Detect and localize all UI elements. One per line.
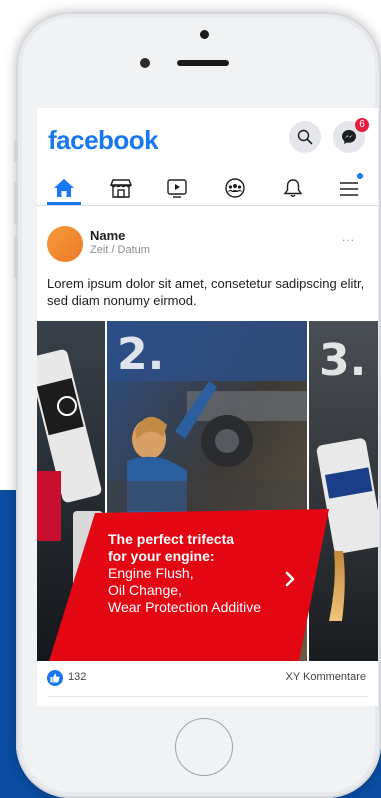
search-icon <box>297 129 313 145</box>
ad-copy: The perfect trifecta for your engine: En… <box>108 531 323 616</box>
nav-menu[interactable] <box>335 176 363 200</box>
home-button[interactable] <box>175 718 233 776</box>
post-more-button[interactable]: ... <box>342 230 355 244</box>
groups-icon <box>225 178 245 198</box>
post-author-name[interactable]: Name <box>90 228 125 243</box>
messenger-icon <box>342 130 356 144</box>
messenger-badge: 6 <box>355 118 369 132</box>
nav-notifications[interactable] <box>279 176 307 200</box>
nav-watch[interactable] <box>163 176 191 200</box>
nav-divider <box>37 205 378 206</box>
nav-groups[interactable] <box>221 176 249 200</box>
step-2-number: 2. <box>117 329 164 380</box>
search-button[interactable] <box>289 121 321 153</box>
earpiece-speaker <box>177 60 229 66</box>
comment-count[interactable]: XY Kommentare <box>285 671 366 683</box>
watch-icon <box>167 179 187 198</box>
ad-line-oil-change: Oil Change, <box>108 582 182 598</box>
post-image[interactable]: 2. 3. The perfect trifecta for your engi… <box>37 321 378 661</box>
ad-line-wear-protection: Wear Protection Additive <box>108 599 262 615</box>
facebook-logo[interactable]: facebook <box>48 125 159 156</box>
front-camera <box>200 30 209 39</box>
mute-switch <box>14 140 18 162</box>
main-nav <box>37 170 378 206</box>
proximity-sensor <box>140 58 150 68</box>
home-icon <box>54 179 74 197</box>
ad-headline-line-2: for your engine: <box>108 548 215 564</box>
ad-headline-line-1: The perfect trifecta <box>108 531 235 547</box>
menu-notification-dot <box>357 173 363 179</box>
marketplace-icon <box>110 179 132 198</box>
footer-divider <box>47 696 368 697</box>
ad-line-engine-flush: Engine Flush, <box>108 565 194 581</box>
notifications-icon <box>283 179 303 197</box>
volume-down-button <box>14 236 18 278</box>
menu-icon <box>340 182 358 196</box>
thumbs-up-icon <box>50 673 60 683</box>
nav-home[interactable] <box>50 176 78 200</box>
post-text: Lorem ipsum dolor sit amet, consetetur s… <box>47 276 365 308</box>
step-3-number: 3. <box>319 335 366 386</box>
volume-up-button <box>14 182 18 224</box>
like-count[interactable]: 132 <box>68 671 86 683</box>
nav-marketplace[interactable] <box>107 176 135 200</box>
like-reaction[interactable] <box>47 670 63 686</box>
avatar[interactable] <box>47 226 83 262</box>
facebook-screen: facebook 6 Name Zeit / Datum ... Lorem i… <box>37 108 378 706</box>
post-timestamp: Zeit / Datum <box>90 244 150 256</box>
